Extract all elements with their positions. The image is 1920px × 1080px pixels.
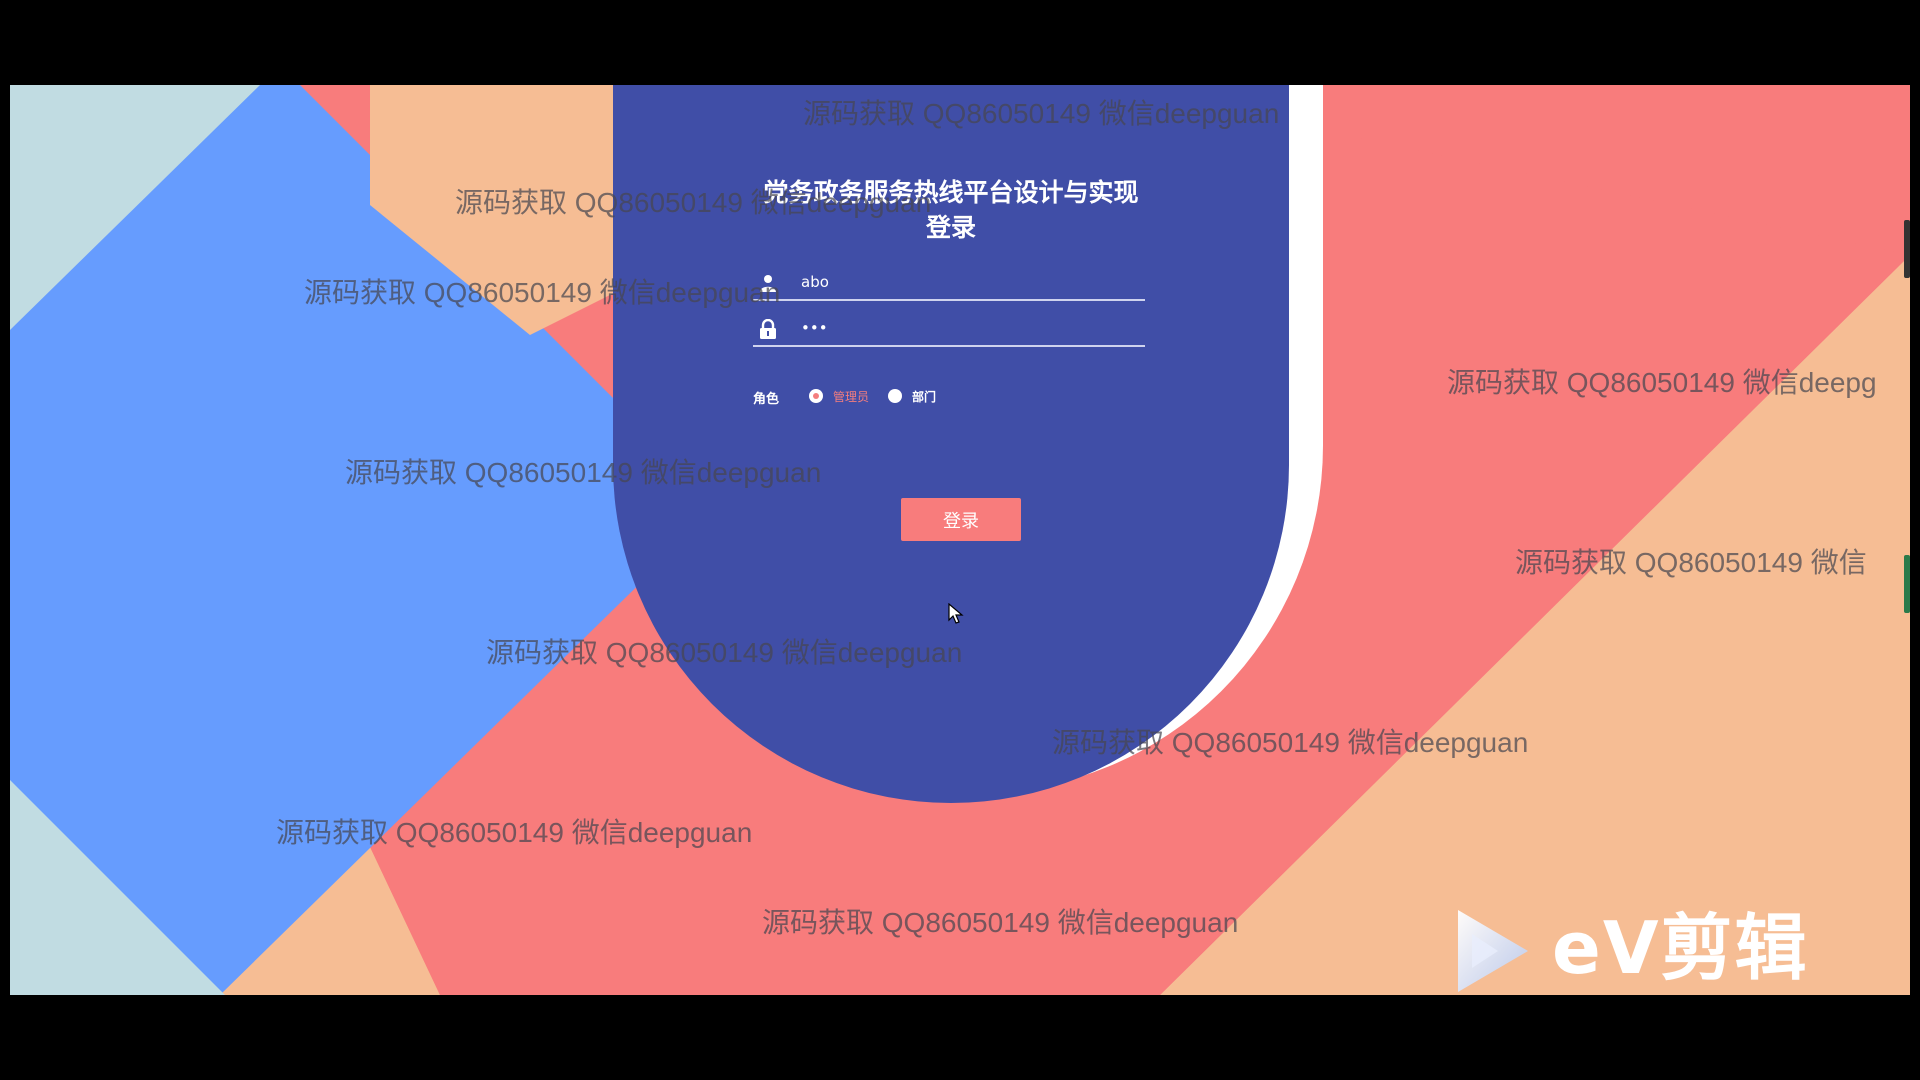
login-button[interactable]: 登录 — [901, 498, 1021, 541]
brand-text: eV剪辑 — [1552, 906, 1809, 990]
user-icon — [760, 275, 776, 292]
role-radio-department[interactable] — [888, 389, 902, 403]
password-field — [753, 311, 1145, 347]
login-heading: 登录 — [925, 213, 976, 242]
password-input[interactable] — [801, 315, 1121, 341]
role-radio-admin[interactable] — [809, 389, 823, 403]
scroll-marker — [1904, 220, 1910, 278]
login-page: 党务政务服务热线平台设计与实现 登录 角色 管理员 部门 登录 — [10, 85, 1910, 995]
username-field — [753, 265, 1145, 301]
login-panel: 党务政务服务热线平台设计与实现 登录 角色 管理员 部门 登录 — [613, 85, 1289, 803]
app-title: 党务政务服务热线平台设计与实现 — [763, 178, 1139, 207]
username-input[interactable] — [801, 269, 1121, 295]
role-option-admin[interactable]: 管理员 — [833, 388, 869, 405]
scroll-marker — [1904, 555, 1910, 613]
role-option-department[interactable]: 部门 — [912, 388, 936, 405]
page-title: 党务政务服务热线平台设计与实现 登录 — [613, 175, 1289, 245]
role-label: 角色 — [753, 392, 780, 407]
mouse-cursor-icon — [948, 603, 964, 624]
lock-icon — [760, 319, 776, 339]
